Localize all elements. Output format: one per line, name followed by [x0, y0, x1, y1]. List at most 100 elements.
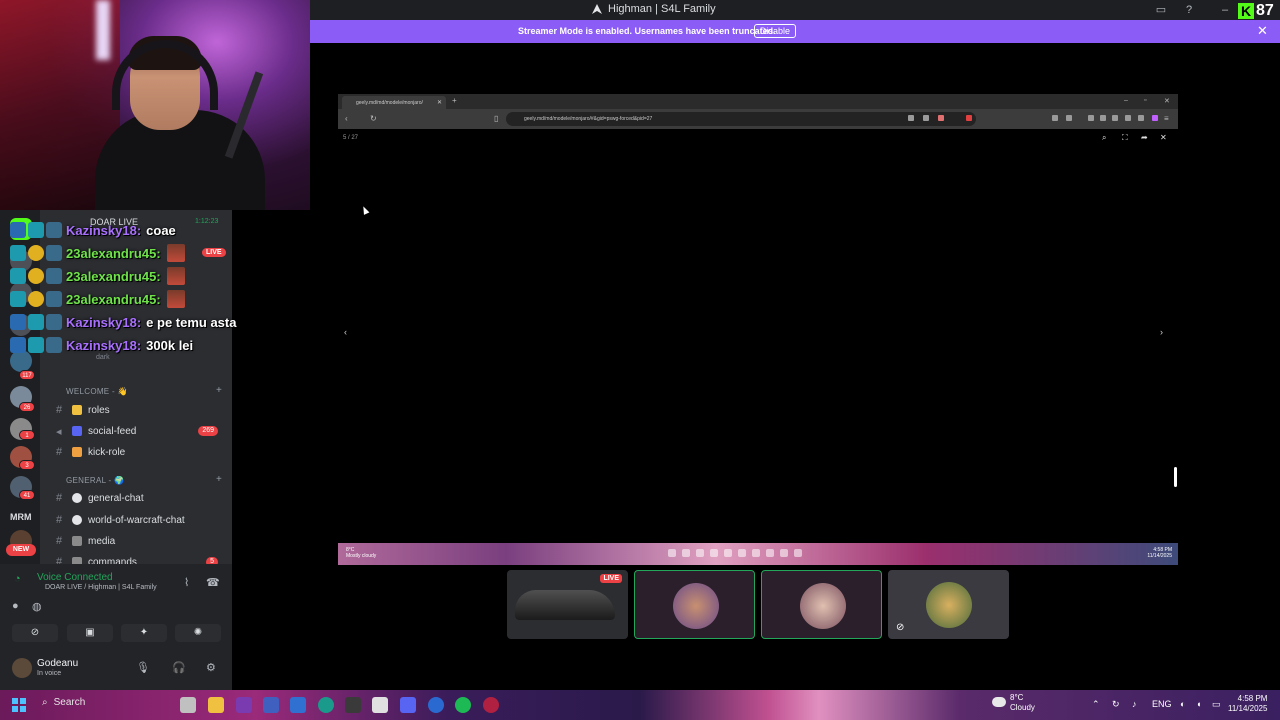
- extension-icon[interactable]: [1100, 115, 1106, 121]
- microphone-icon[interactable]: 🎙: [136, 661, 150, 674]
- app-icon[interactable]: [263, 697, 279, 713]
- fullscreen-icon[interactable]: ⛶: [1122, 133, 1128, 143]
- disconnect-icon[interactable]: ☎: [206, 576, 220, 589]
- badge-icon: [28, 291, 44, 307]
- discord-icon[interactable]: [400, 697, 416, 713]
- app-icon[interactable]: [428, 697, 444, 713]
- activity-icon[interactable]: ◍: [32, 600, 42, 613]
- camera-off-button[interactable]: ⊘: [12, 624, 58, 642]
- headphones-icon[interactable]: 🎧: [172, 661, 186, 674]
- tray-chevron-icon[interactable]: ⌃: [1092, 699, 1100, 710]
- language-indicator[interactable]: ENG: [1152, 699, 1172, 709]
- avatar: [673, 583, 719, 629]
- voice-location[interactable]: DOAR LIVE / Highman | S4L Family: [45, 584, 157, 591]
- share-icon[interactable]: ➦: [1141, 133, 1148, 142]
- participant-tile[interactable]: [761, 570, 882, 639]
- taskbar-clock[interactable]: 4:58 PM 11/14/2025: [1228, 694, 1267, 714]
- rewards-icon[interactable]: [966, 115, 972, 121]
- disable-button[interactable]: Disable: [754, 24, 797, 38]
- windows-start-icon[interactable]: [12, 698, 26, 712]
- task-view-icon[interactable]: [180, 697, 196, 713]
- inbox-icon[interactable]: ▭: [1155, 4, 1167, 16]
- screen-share-stream[interactable]: geely.md/md/modele/monjaro/ ✕ + – ▫ ✕ ‹ …: [338, 94, 1178, 565]
- channel-media[interactable]: # media: [56, 532, 226, 550]
- channel-kick-role[interactable]: # kick-role: [56, 443, 226, 461]
- extension-icon[interactable]: [1112, 115, 1118, 121]
- extension-icon[interactable]: [1125, 115, 1131, 121]
- text-channel-icon: #: [56, 514, 63, 526]
- vpn-icon[interactable]: [1138, 115, 1144, 121]
- channel-general-chat[interactable]: # general-chat: [56, 489, 226, 507]
- menu-icon[interactable]: ≡: [1164, 114, 1169, 123]
- browser-close-icon[interactable]: ✕: [1164, 97, 1170, 105]
- participant-tile[interactable]: [634, 570, 755, 639]
- tray-app-icon[interactable]: ↻: [1112, 699, 1120, 710]
- tab-close-icon[interactable]: ✕: [437, 99, 442, 106]
- translate-icon[interactable]: [908, 115, 914, 121]
- new-tab-icon[interactable]: +: [452, 96, 457, 105]
- app-icon[interactable]: [236, 697, 252, 713]
- category-welcome[interactable]: WELCOME - 👋: [66, 387, 128, 396]
- extension-icon[interactable]: [1066, 115, 1072, 121]
- channel-roles[interactable]: # roles: [56, 401, 226, 419]
- username[interactable]: Godeanu: [37, 658, 78, 669]
- help-icon[interactable]: ?: [1183, 4, 1195, 16]
- screen-share-button[interactable]: ▣: [67, 624, 113, 642]
- extension-icon[interactable]: [1088, 115, 1094, 121]
- reload-icon[interactable]: ↻: [370, 114, 377, 123]
- signal-icon[interactable]: ◔: [14, 573, 21, 585]
- close-icon[interactable]: ✕: [1257, 24, 1268, 38]
- badge-icon: [10, 314, 26, 330]
- network-icon[interactable]: ◐: [1180, 699, 1185, 709]
- image-gallery-viewer[interactable]: 5 / 27 ⌕ ⛶ ➦ ✕ ‹ ›: [338, 129, 1178, 543]
- extension-icon[interactable]: [1052, 115, 1058, 121]
- volume-icon[interactable]: ◖: [1196, 699, 1201, 709]
- server-badge: 41: [19, 490, 35, 500]
- scrollbar-thumb[interactable]: [1174, 467, 1177, 487]
- participant-tile-stream[interactable]: LIVE: [507, 570, 628, 639]
- category-general[interactable]: GENERAL - 🌍: [66, 476, 124, 485]
- edge-icon[interactable]: [318, 697, 334, 713]
- battery-icon[interactable]: ▭: [1212, 699, 1221, 710]
- back-icon[interactable]: ‹: [345, 114, 348, 123]
- brave-shield-icon[interactable]: [938, 115, 944, 121]
- browser-tab[interactable]: geely.md/md/modele/monjaro/ ✕: [342, 96, 446, 109]
- channel-commands[interactable]: # commands 5: [56, 553, 226, 564]
- minimize-icon[interactable]: –: [1219, 4, 1231, 16]
- taskbar-weather[interactable]: 8°C Cloudy: [1010, 693, 1035, 713]
- wallet-icon[interactable]: [1152, 115, 1158, 121]
- zoom-icon[interactable]: ⌕: [1102, 133, 1106, 143]
- activities-button[interactable]: ✦: [121, 624, 167, 642]
- user-avatar[interactable]: [12, 658, 32, 678]
- steam-icon[interactable]: [345, 697, 361, 713]
- store-icon[interactable]: [372, 697, 388, 713]
- channel-social-feed[interactable]: ◂ social-feed 269: [56, 422, 226, 440]
- voice-connected-status[interactable]: Voice Connected: [37, 572, 113, 583]
- settings-gear-icon[interactable]: ⚙: [206, 661, 216, 674]
- taskbar-search[interactable]: ⌕ Search: [42, 697, 85, 708]
- tray-mic-icon[interactable]: ♪: [1132, 699, 1137, 709]
- browser-minimize-icon[interactable]: –: [1124, 97, 1128, 104]
- soundboard-button[interactable]: ✺: [175, 624, 221, 642]
- noise-suppression-icon[interactable]: ⌇: [184, 576, 189, 589]
- server-text-icon[interactable]: MRM: [10, 512, 32, 522]
- file-explorer-icon[interactable]: [208, 697, 224, 713]
- bookmark-icon[interactable]: ▯: [494, 114, 498, 123]
- participant-tile[interactable]: ⊘: [888, 570, 1009, 639]
- extension-icon[interactable]: [923, 115, 929, 121]
- sparkle-icon: [72, 447, 82, 457]
- app-icon[interactable]: [290, 697, 306, 713]
- address-bar[interactable]: geely.md/md/modele/monjaro/#&gid=pswg-fo…: [506, 112, 976, 126]
- channel-world-of-warcraft-chat[interactable]: # world-of-warcraft-chat: [56, 511, 226, 529]
- badge-icon: [10, 245, 26, 261]
- voice-user-avatar[interactable]: ●: [12, 600, 19, 612]
- spotify-icon[interactable]: [455, 697, 471, 713]
- browser-maximize-icon[interactable]: ▫: [1144, 97, 1146, 104]
- next-arrow-icon[interactable]: ›: [1160, 327, 1163, 337]
- gallery-close-icon[interactable]: ✕: [1160, 133, 1167, 142]
- app-icon[interactable]: [483, 697, 499, 713]
- add-channel-icon[interactable]: +: [216, 474, 222, 485]
- previous-arrow-icon[interactable]: ‹: [344, 327, 347, 337]
- chat-username: 23alexandru45:: [66, 245, 161, 261]
- add-channel-icon[interactable]: +: [216, 385, 222, 396]
